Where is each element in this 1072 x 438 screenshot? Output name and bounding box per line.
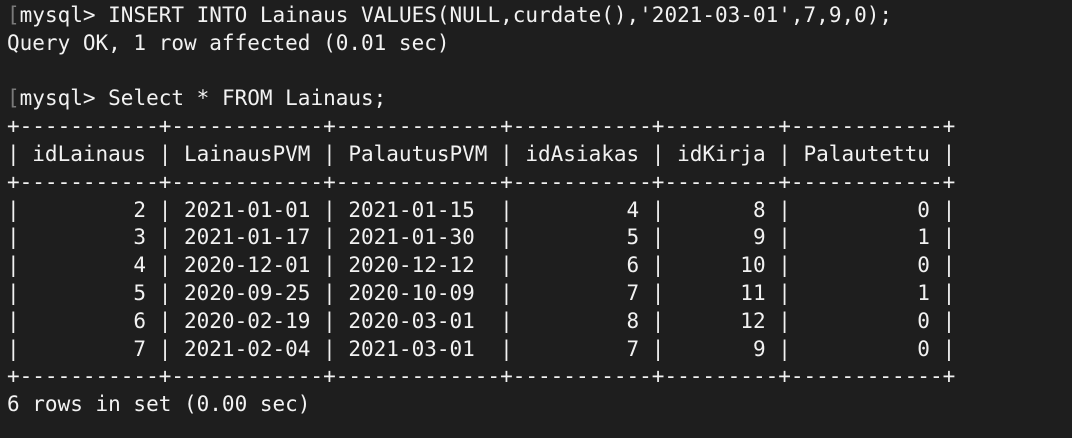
- line-text: | 4 | 2020-12-01 | 2020-12-12 | 6 | 10 |…: [7, 253, 956, 278]
- table-border-bottom: +-----------+------------+-------------+…: [7, 363, 1072, 391]
- terminal-window[interactable]: [mysql> INSERT INTO Lainaus VALUES(NULL,…: [0, 0, 1072, 438]
- table-row: | 4 | 2020-12-01 | 2020-12-12 | 6 | 10 |…: [7, 252, 1072, 280]
- line-text: | 2 | 2021-01-01 | 2021-01-15 | 4 | 8 | …: [7, 197, 956, 222]
- table-border-header: +-----------+------------+-------------+…: [7, 169, 1072, 197]
- prompt-mark: [: [7, 86, 20, 111]
- line-text: mysql> INSERT INTO Lainaus VALUES(NULL,c…: [19, 3, 893, 27]
- terminal-line-insert-result: Query OK, 1 row affected (0.01 sec): [7, 30, 1072, 58]
- terminal-line-select-result: 6 rows in set (0.00 sec): [7, 391, 1072, 419]
- table-header-row: | idLainaus | LainausPVM | PalautusPVM |…: [7, 141, 1072, 169]
- table-border-top: +-----------+------------+-------------+…: [7, 113, 1072, 141]
- terminal-line-select-command: [mysql> Select * FROM Lainaus;: [7, 85, 1072, 113]
- table-row: | 5 | 2020-09-25 | 2020-10-09 | 7 | 11 |…: [7, 280, 1072, 308]
- prompt-mark: [: [7, 3, 20, 27]
- terminal-line-insert-command: [mysql> INSERT INTO Lainaus VALUES(NULL,…: [7, 2, 1072, 30]
- table-row: | 3 | 2021-01-17 | 2021-01-30 | 5 | 9 | …: [7, 224, 1072, 252]
- line-text: | idLainaus | LainausPVM | PalautusPVM |…: [7, 141, 956, 166]
- table-row: | 7 | 2021-02-04 | 2021-03-01 | 7 | 9 | …: [7, 336, 1072, 364]
- line-text: +-----------+------------+-------------+…: [7, 364, 956, 389]
- line-text: | 5 | 2020-09-25 | 2020-10-09 | 7 | 11 |…: [7, 280, 956, 305]
- line-text: | 7 | 2021-02-04 | 2021-03-01 | 7 | 9 | …: [7, 336, 956, 361]
- line-text: | 3 | 2021-01-17 | 2021-01-30 | 5 | 9 | …: [7, 225, 956, 250]
- line-text: | 6 | 2020-02-19 | 2020-03-01 | 8 | 12 |…: [7, 308, 956, 333]
- line-text: 6 rows in set (0.00 sec): [7, 392, 311, 417]
- table-row: | 6 | 2020-02-19 | 2020-03-01 | 8 | 12 |…: [7, 308, 1072, 336]
- line-text: mysql> Select * FROM Lainaus;: [19, 86, 387, 111]
- line-text: +-----------+------------+-------------+…: [7, 169, 956, 194]
- line-text: Query OK, 1 row affected (0.01 sec): [7, 30, 450, 55]
- line-text: +-----------+------------+-------------+…: [7, 114, 956, 139]
- table-row: | 2 | 2021-01-01 | 2021-01-15 | 4 | 8 | …: [7, 197, 1072, 225]
